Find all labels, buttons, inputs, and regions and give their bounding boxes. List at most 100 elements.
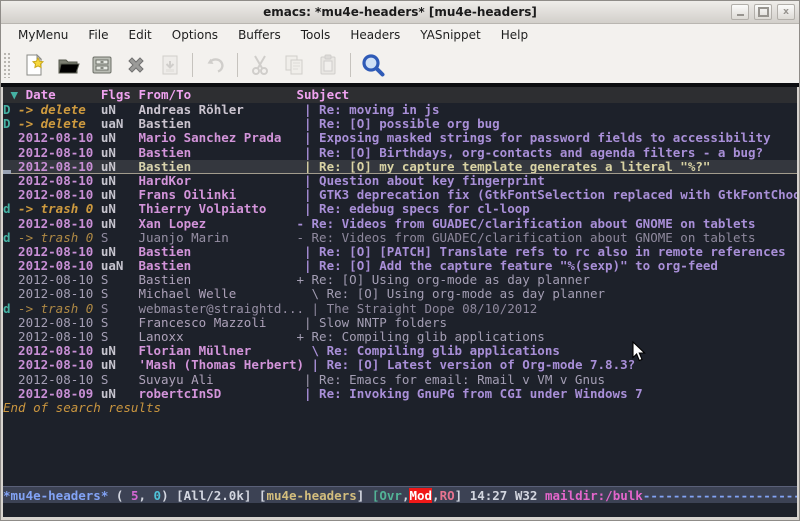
undo-button[interactable]	[198, 50, 232, 80]
column-header-from[interactable]: From/To	[138, 88, 296, 102]
menu-mymenu[interactable]: MyMenu	[9, 26, 77, 44]
minimize-icon	[737, 14, 744, 16]
message-row[interactable]: 2012-08-10SBastien+ Re: [O] Using org-mo…	[3, 273, 797, 287]
from-cell: Andreas Röhler	[138, 103, 296, 117]
message-row[interactable]: 2012-08-10SFrancesco Mazzoli | Slow NNTP…	[3, 316, 797, 330]
flags-cell: uN	[101, 202, 139, 216]
message-row[interactable]: 2012-08-09uNrobertcInSD | Re: Invoking G…	[3, 387, 797, 401]
undo-icon	[203, 53, 227, 77]
modeline-dashes: ------------------------------	[643, 488, 797, 503]
menu-buffers[interactable]: Buffers	[229, 26, 290, 44]
modeline-maildir: maildir:/bulk	[545, 488, 643, 503]
subject-cell: \ Re: [O] Using org-mode as day planner	[296, 287, 797, 301]
mark-cell: D	[3, 117, 18, 131]
message-row[interactable]: d-> trash 0SJuanjo Marin- Re: Videos fro…	[3, 231, 797, 245]
mark-cell	[3, 146, 18, 160]
subject-cell: | GTK3 deprecation fix (GtkFontSelection…	[296, 188, 797, 202]
subject-cell: | Re: [O] Birthdays, org-contacts and ag…	[296, 146, 797, 160]
message-row[interactable]: 2012-08-10uNFlorian Müllner \ Re: Compil…	[3, 344, 797, 358]
header-line[interactable]: ▼ Date Flgs From/To Subject	[3, 87, 797, 103]
message-row[interactable]: 2012-08-10uNFrans Oilinki | GTK3 depreca…	[3, 188, 797, 202]
mark-cell	[3, 373, 18, 387]
date-cell: 2012-08-10	[18, 245, 101, 259]
flags-cell: S	[101, 373, 139, 387]
echo-area[interactable]	[3, 503, 797, 517]
message-row[interactable]: d-> trash 0uNThierry Volpiatto | Re: ede…	[3, 202, 797, 216]
search-button[interactable]	[356, 50, 390, 80]
title-bar[interactable]: emacs: *mu4e-headers* [mu4e-headers] x	[1, 1, 799, 24]
modeline-text: ,	[138, 488, 153, 503]
new-file-icon	[22, 53, 46, 77]
date-cell: 2012-08-10	[18, 330, 101, 344]
save-button[interactable]	[85, 50, 119, 80]
menu-tools[interactable]: Tools	[292, 26, 340, 44]
from-cell: robertcInSD	[138, 387, 296, 401]
message-row[interactable]: 2012-08-10SLanoxx+ Re: Compiling glib ap…	[3, 330, 797, 344]
from-cell: HardKor	[138, 174, 296, 188]
mark-cell	[3, 287, 18, 301]
modeline-text: ,	[432, 488, 440, 503]
mark-cell	[3, 273, 18, 287]
from-cell: Bastien	[138, 273, 296, 287]
paste-button[interactable]	[311, 50, 345, 80]
toolbar-grip[interactable]	[3, 52, 11, 78]
subject-cell: | Re: [O] possible org bug	[296, 117, 797, 131]
column-header-flags[interactable]: Flgs	[101, 88, 139, 102]
window-title: emacs: *mu4e-headers* [mu4e-headers]	[1, 5, 799, 19]
maximize-button[interactable]	[754, 4, 772, 20]
save-as-button[interactable]	[153, 50, 187, 80]
message-row[interactable]: D-> deleteuaNBastien | Re: [O] possible …	[3, 117, 797, 131]
menu-edit[interactable]: Edit	[120, 26, 161, 44]
modeline-modified-indicator: Mod	[409, 488, 432, 503]
date-cell: 2012-08-10	[18, 217, 101, 231]
copy-button[interactable]	[277, 50, 311, 80]
menu-help[interactable]: Help	[492, 26, 537, 44]
mark-cell	[3, 387, 18, 401]
new-file-button[interactable]	[17, 50, 51, 80]
message-row[interactable]: 2012-08-10SMichael Welle \ Re: [O] Using…	[3, 287, 797, 301]
subject-cell: | Re: [O] [PATCH] Translate refs to rc a…	[296, 245, 797, 259]
menu-yasnippet[interactable]: YASnippet	[411, 26, 490, 44]
save-icon	[90, 53, 114, 77]
menu-options[interactable]: Options	[163, 26, 227, 44]
message-row[interactable]: 2012-08-10SSuvayu Ali | Re: Emacs for em…	[3, 373, 797, 387]
flags-cell: S	[101, 316, 139, 330]
message-row[interactable]: 2012-08-10uNBastien | Re: [O] Birthdays,…	[3, 146, 797, 160]
modeline-major-mode[interactable]: mu4e-headers	[266, 488, 356, 503]
flags-cell: S	[101, 273, 139, 287]
column-header-date[interactable]: Date	[18, 88, 101, 102]
flags-cell: S	[101, 231, 139, 245]
message-row[interactable]: 2012-08-10uNHardKor | Question about key…	[3, 174, 797, 188]
message-row[interactable]: 2012-08-10uNXan Lopez- Re: Videos from G…	[3, 217, 797, 231]
close-button[interactable]: x	[777, 4, 795, 20]
subject-cell: - Re: Videos from GUADEC/clarification a…	[296, 231, 797, 245]
mark-cell: d	[3, 231, 18, 245]
message-row[interactable]: 2012-08-10uNBastien | Re: [O] [PATCH] Tr…	[3, 245, 797, 259]
menu-headers[interactable]: Headers	[341, 26, 409, 44]
modeline-text: [	[259, 488, 267, 503]
date-cell: 2012-08-10	[18, 273, 101, 287]
message-row[interactable]: 2012-08-10uN'Mash (Thomas Herbert) | Re:…	[3, 358, 797, 372]
close-buffer-button[interactable]	[119, 50, 153, 80]
flags-cell: uN	[101, 174, 139, 188]
modeline-readonly-indicator: RO	[440, 488, 455, 503]
from-cell: Frans Oilinki	[138, 188, 296, 202]
cut-icon	[248, 53, 272, 77]
message-row-current[interactable]: 2012-08-10uNBastien | Re: [O] my capture…	[3, 160, 797, 174]
message-row[interactable]: d-> trash 0Swebmaster@straightd... | The…	[3, 302, 797, 316]
save-as-icon	[158, 53, 182, 77]
sort-arrow-icon[interactable]: ▼	[3, 88, 18, 102]
message-row[interactable]: D-> deleteuNAndreas Röhler | Re: moving …	[3, 103, 797, 117]
column-header-subject[interactable]: Subject	[296, 88, 797, 102]
cut-button[interactable]	[243, 50, 277, 80]
menu-file[interactable]: File	[79, 26, 117, 44]
from-cell: Bastien	[138, 117, 296, 131]
mu4e-headers-buffer[interactable]: ▼ Date Flgs From/To Subject D-> deleteuN…	[3, 87, 797, 486]
open-folder-button[interactable]	[51, 50, 85, 80]
minimize-button[interactable]	[731, 4, 749, 20]
mark-cell	[3, 330, 18, 344]
date-cell: -> trash 0	[18, 202, 101, 216]
open-folder-icon	[56, 53, 80, 77]
message-row[interactable]: 2012-08-10uaNBastien | Re: [O] Add the c…	[3, 259, 797, 273]
message-row[interactable]: 2012-08-10uNMario Sanchez Prada | Exposi…	[3, 131, 797, 145]
